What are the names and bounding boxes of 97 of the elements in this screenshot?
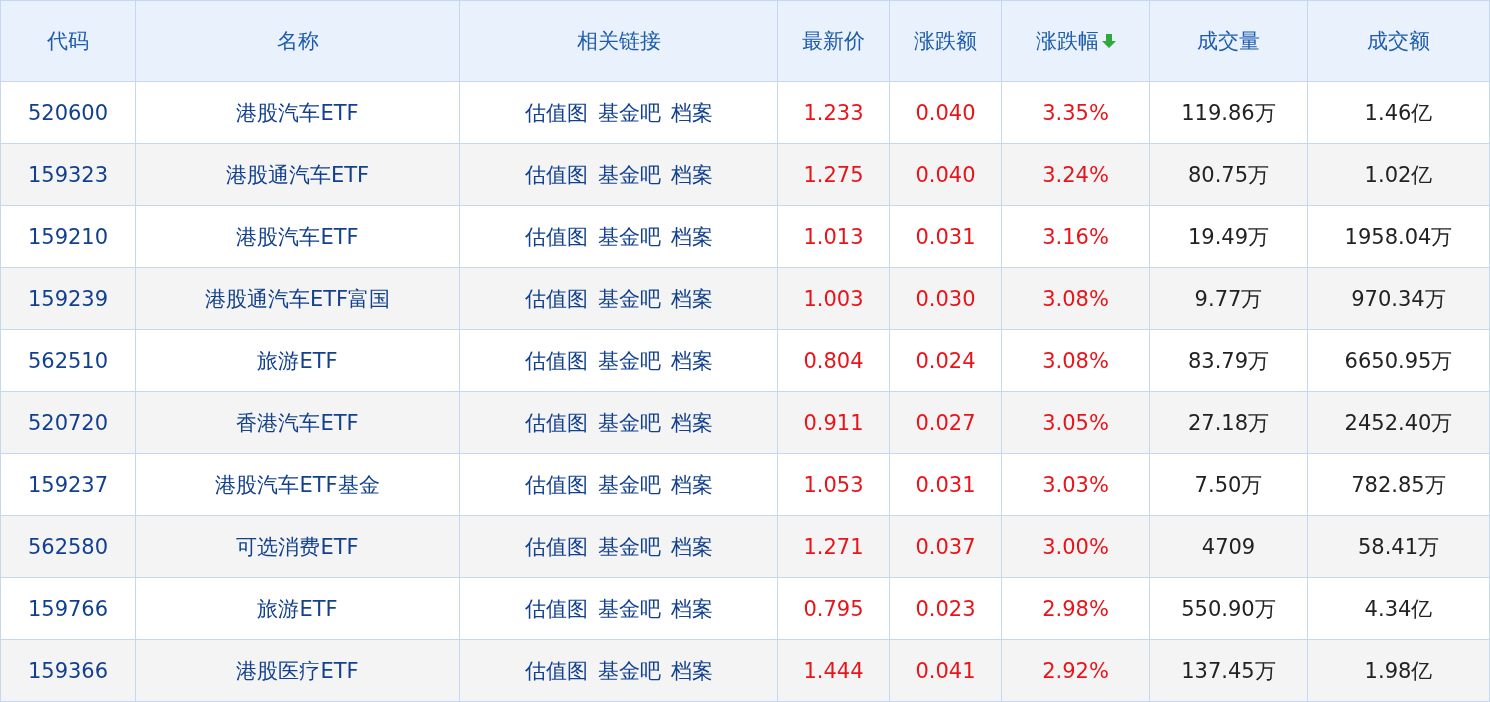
change-text: 0.031: [915, 224, 976, 249]
amount-text: 1958.04万: [1344, 224, 1453, 249]
related-link[interactable]: 档案: [670, 222, 713, 251]
related-link[interactable]: 基金吧: [597, 532, 661, 561]
related-link[interactable]: 档案: [670, 408, 713, 437]
fund-name-link[interactable]: 香港汽车ETF: [236, 410, 359, 435]
price-text: 1.233: [803, 100, 864, 125]
amount-text: 782.85万: [1351, 472, 1446, 497]
change-text: 0.024: [915, 348, 976, 373]
related-link[interactable]: 档案: [670, 284, 713, 313]
change-percent-text: 2.98%: [1042, 596, 1109, 621]
related-link[interactable]: 基金吧: [597, 594, 661, 623]
volume-text: 137.45万: [1181, 658, 1276, 683]
amount-text: 58.41万: [1357, 534, 1440, 559]
column-header[interactable]: 涨跌额: [914, 27, 977, 55]
volume-text: 119.86万: [1181, 100, 1276, 125]
fund-name-link[interactable]: 港股汽车ETF: [236, 224, 359, 249]
column-header[interactable]: 成交量: [1197, 27, 1260, 55]
amount-text: 1.02亿: [1364, 162, 1433, 187]
amount-text: 1.46亿: [1364, 100, 1433, 125]
related-link[interactable]: 基金吧: [597, 656, 661, 685]
change-percent-text: 2.92%: [1042, 658, 1109, 683]
price-text: 1.444: [803, 658, 864, 683]
amount-text: 2452.40万: [1344, 410, 1453, 435]
change-percent-text: 3.35%: [1042, 100, 1109, 125]
price-text: 1.053: [803, 472, 864, 497]
related-link[interactable]: 基金吧: [597, 222, 661, 251]
related-link[interactable]: 档案: [670, 346, 713, 375]
volume-text: 27.18万: [1187, 410, 1270, 435]
related-link[interactable]: 估值图: [524, 408, 588, 437]
change-text: 0.041: [915, 658, 976, 683]
price-text: 1.275: [803, 162, 864, 187]
related-link[interactable]: 基金吧: [597, 346, 661, 375]
fund-name-link[interactable]: 旅游ETF: [257, 348, 338, 373]
amount-text: 970.34万: [1351, 286, 1446, 311]
column-header[interactable]: 最新价: [802, 27, 865, 55]
related-link[interactable]: 基金吧: [597, 98, 661, 127]
change-percent-text: 3.24%: [1042, 162, 1109, 187]
related-link[interactable]: 估值图: [524, 160, 588, 189]
fund-name-link[interactable]: 旅游ETF: [257, 596, 338, 621]
fund-name-link[interactable]: 可选消费ETF: [236, 534, 359, 559]
change-text: 0.030: [915, 286, 976, 311]
volume-text: 550.90万: [1181, 596, 1276, 621]
change-percent-text: 3.03%: [1042, 472, 1109, 497]
price-text: 1.013: [803, 224, 864, 249]
volume-text: 80.75万: [1187, 162, 1270, 187]
related-link[interactable]: 档案: [670, 656, 713, 685]
related-link[interactable]: 基金吧: [597, 408, 661, 437]
related-link[interactable]: 档案: [670, 160, 713, 189]
column-header[interactable]: 代码: [47, 27, 89, 55]
change-text: 0.040: [915, 162, 976, 187]
sort-down-icon: [1101, 33, 1116, 49]
fund-name-link[interactable]: 港股通汽车ETF: [225, 162, 370, 187]
change-text: 0.040: [915, 100, 976, 125]
related-link[interactable]: 估值图: [524, 346, 588, 375]
related-link[interactable]: 估值图: [524, 594, 588, 623]
amount-text: 6650.95万: [1344, 348, 1453, 373]
related-link[interactable]: 基金吧: [597, 160, 661, 189]
volume-text: 7.50万: [1194, 472, 1263, 497]
column-header[interactable]: 成交额: [1367, 27, 1430, 55]
change-percent-text: 3.05%: [1042, 410, 1109, 435]
change-text: 0.037: [915, 534, 976, 559]
volume-text: 83.79万: [1187, 348, 1270, 373]
related-link[interactable]: 基金吧: [597, 470, 661, 499]
price-text: 0.804: [803, 348, 864, 373]
related-link[interactable]: 估值图: [524, 98, 588, 127]
volume-text: 19.49万: [1187, 224, 1270, 249]
price-text: 0.911: [803, 410, 864, 435]
related-link[interactable]: 估值图: [524, 470, 588, 499]
volume-text: 4709: [1201, 534, 1256, 559]
change-percent-text: 3.16%: [1042, 224, 1109, 249]
related-link[interactable]: 估值图: [524, 222, 588, 251]
related-link[interactable]: 档案: [670, 532, 713, 561]
amount-text: 4.34亿: [1364, 596, 1433, 621]
related-link[interactable]: 档案: [670, 594, 713, 623]
related-link[interactable]: 档案: [670, 98, 713, 127]
volume-text: 9.77万: [1194, 286, 1263, 311]
related-link[interactable]: 档案: [670, 470, 713, 499]
change-percent-text: 3.08%: [1042, 348, 1109, 373]
column-header[interactable]: 名称: [276, 27, 319, 55]
fund-name-link[interactable]: 港股汽车ETF: [236, 100, 359, 125]
column-header[interactable]: 相关链接: [576, 27, 661, 55]
amount-text: 1.98亿: [1364, 658, 1433, 683]
change-text: 0.027: [915, 410, 976, 435]
change-text: 0.023: [915, 596, 976, 621]
fund-name-link[interactable]: 港股医疗ETF: [236, 658, 359, 683]
related-link[interactable]: 估值图: [524, 532, 588, 561]
column-header[interactable]: 涨跌幅: [1035, 27, 1116, 55]
related-link[interactable]: 估值图: [524, 284, 588, 313]
price-text: 1.003: [803, 286, 864, 311]
change-percent-text: 3.00%: [1042, 534, 1109, 559]
related-link[interactable]: 基金吧: [597, 284, 661, 313]
related-link[interactable]: 估值图: [524, 656, 588, 685]
change-percent-text: 3.08%: [1042, 286, 1109, 311]
price-text: 1.271: [803, 534, 864, 559]
price-text: 0.795: [803, 596, 864, 621]
change-text: 0.031: [915, 472, 976, 497]
